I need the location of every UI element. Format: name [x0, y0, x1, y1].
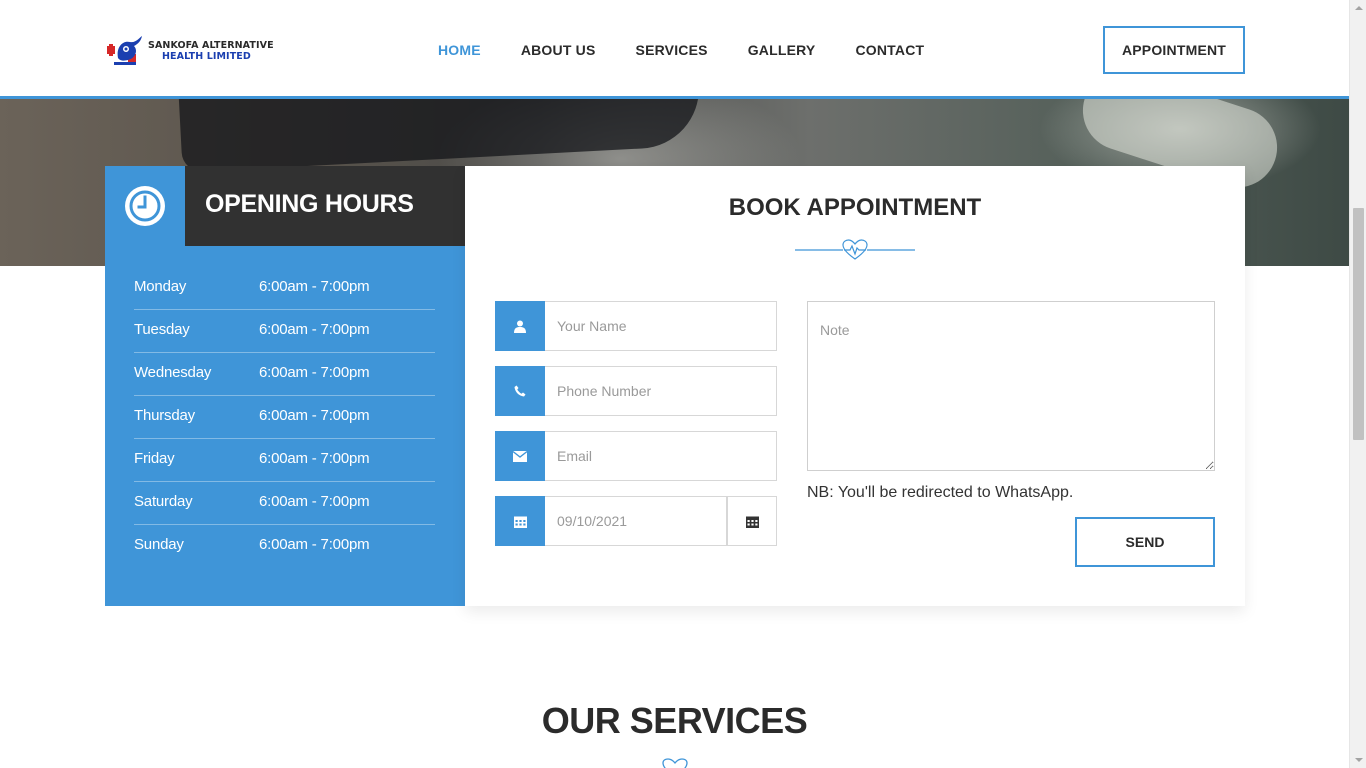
opening-hours-title: OPENING HOURS [205, 190, 414, 218]
email-input[interactable] [545, 431, 777, 481]
nav-services[interactable]: SERVICES [636, 42, 708, 58]
whatsapp-notice: NB: You'll be redirected to WhatsApp. [807, 484, 1074, 501]
phone-input[interactable] [545, 366, 777, 416]
heart-icon [662, 758, 688, 768]
scroll-up-arrow-icon[interactable] [1350, 0, 1366, 17]
hero-image-shadow [178, 99, 702, 173]
calendar-icon [495, 496, 545, 546]
book-appointment-title: BOOK APPOINTMENT [728, 194, 982, 221]
brand-logo[interactable]: SANKOFA ALTERNATIVE HEALTH LIMITED [106, 30, 276, 70]
hours-day: Saturday [134, 493, 193, 510]
hours-row: Thursday 6:00am - 7:00pm [134, 396, 435, 439]
hours-time: 6:00am - 7:00pm [259, 536, 370, 553]
hours-day: Wednesday [134, 364, 212, 381]
page-scrollbar[interactable] [1349, 0, 1366, 768]
heartbeat-divider-icon [795, 239, 915, 260]
nav-home[interactable]: HOME [438, 42, 481, 58]
services-title: OUR SERVICES [541, 700, 808, 741]
hours-row: Sunday 6:00am - 7:00pm [134, 525, 435, 568]
clock-icon [125, 186, 165, 226]
opening-hours-title-box: OPENING HOURS [185, 166, 465, 246]
date-picker-button[interactable] [727, 496, 777, 546]
phone-field [495, 366, 777, 416]
brand-line-1: SANKOFA ALTERNATIVE [148, 40, 274, 51]
hours-time: 6:00am - 7:00pm [259, 407, 370, 424]
nav-about-us[interactable]: ABOUT US [521, 42, 596, 58]
opening-hours-list: Monday 6:00am - 7:00pm Tuesday 6:00am - … [134, 267, 435, 568]
opening-hours-icon-box [105, 166, 185, 246]
email-field [495, 431, 777, 481]
hours-time: 6:00am - 7:00pm [259, 364, 370, 381]
main-nav: HOME ABOUT US SERVICES GALLERY CONTACT [438, 42, 964, 58]
book-appointment-panel: BOOK APPOINTMENT Your Name Phone Number … [465, 166, 1245, 606]
envelope-icon [495, 431, 545, 481]
hours-row: Tuesday 6:00am - 7:00pm [134, 310, 435, 353]
opening-hours-panel: OPENING HOURS Monday 6:00am - 7:00pm Tue… [105, 166, 465, 606]
hours-day: Tuesday [134, 321, 190, 338]
hours-row: Monday 6:00am - 7:00pm [134, 267, 435, 310]
hours-day: Sunday [134, 536, 184, 553]
user-icon [495, 301, 545, 351]
appointment-button[interactable]: APPOINTMENT [1103, 26, 1245, 74]
hours-time: 6:00am - 7:00pm [259, 450, 370, 467]
hours-row: Saturday 6:00am - 7:00pm [134, 482, 435, 525]
nav-contact[interactable]: CONTACT [855, 42, 924, 58]
hours-time: 6:00am - 7:00pm [259, 321, 370, 338]
hours-time: 6:00am - 7:00pm [259, 278, 370, 295]
sankofa-bird-logo-icon [107, 36, 142, 65]
date-input[interactable]: 09/10/2021 [545, 496, 727, 546]
calendar-picker-icon [745, 516, 759, 528]
brand-name: SANKOFA ALTERNATIVE HEALTH LIMITED [148, 40, 274, 62]
scrollbar-thumb[interactable] [1353, 208, 1364, 440]
hours-row: Friday 6:00am - 7:00pm [134, 439, 435, 482]
hours-row: Wednesday 6:00am - 7:00pm [134, 353, 435, 396]
page: SANKOFA ALTERNATIVE HEALTH LIMITED HOME … [0, 0, 1349, 768]
opening-hours-header: OPENING HOURS [105, 166, 465, 246]
note-textarea[interactable] [807, 301, 1215, 471]
scroll-down-arrow-icon[interactable] [1350, 751, 1366, 768]
brand-line-2: HEALTH LIMITED [162, 51, 251, 62]
hours-day: Thursday [134, 407, 195, 424]
name-field [495, 301, 777, 351]
name-input[interactable] [545, 301, 777, 351]
date-field: 09/10/2021 [495, 496, 777, 546]
hours-day: Monday [134, 278, 187, 295]
send-button[interactable]: SEND [1075, 517, 1215, 567]
phone-icon [495, 366, 545, 416]
hours-time: 6:00am - 7:00pm [259, 493, 370, 510]
hours-day: Friday [134, 450, 175, 467]
site-header: SANKOFA ALTERNATIVE HEALTH LIMITED HOME … [0, 0, 1349, 99]
nav-gallery[interactable]: GALLERY [748, 42, 816, 58]
